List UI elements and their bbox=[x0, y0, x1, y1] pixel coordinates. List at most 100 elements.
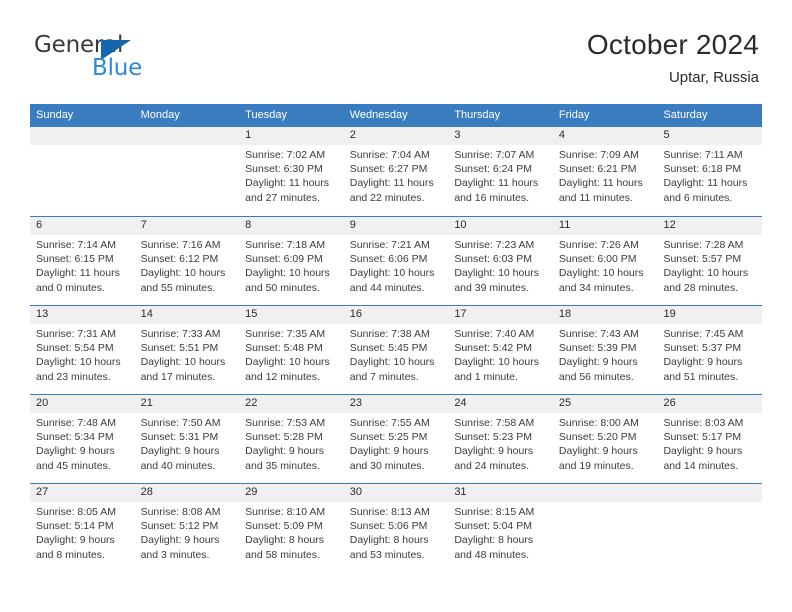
sunset-text: Sunset: 5:31 PM bbox=[140, 431, 219, 444]
weekday-header-row: Sunday Monday Tuesday Wednesday Thursday… bbox=[30, 104, 762, 127]
day-sun-info: Sunrise: 7:50 AM Sunset: 5:31 PM Daylight:… bbox=[135, 413, 240, 473]
weekday-header-thursday: Thursday bbox=[454, 109, 501, 121]
day-sun-info: Sunrise: 7:55 AM Sunset: 5:25 PM Daylight:… bbox=[344, 413, 449, 473]
day-number: 22 bbox=[239, 395, 344, 413]
calendar-day-cell[interactable]: 12 Sunrise: 7:28 AM Sunset: 5:57 PM Dayligh… bbox=[657, 217, 763, 305]
daylight-text: Daylight: 9 hours and 24 minutes. bbox=[454, 445, 534, 472]
day-number: 14 bbox=[134, 306, 240, 324]
calendar-day-cell[interactable]: 5 Sunrise: 7:11 AM Sunset: 6:18 PM Daylight… bbox=[657, 127, 763, 216]
calendar-grid: Sunday Monday Tuesday Wednesday Thursday… bbox=[30, 104, 763, 572]
calendar-weeks: 1 Sunrise: 7:02 AM Sunset: 6:30 PM Daylight… bbox=[30, 127, 763, 572]
calendar-day-cell[interactable]: 30 Sunrise: 8:13 AM Sunset: 5:06 PM Dayligh… bbox=[343, 484, 449, 572]
daylight-text: Daylight: 8 hours and 58 minutes. bbox=[245, 534, 324, 561]
sunrise-text: Sunrise: 7:53 AM bbox=[245, 417, 326, 429]
day-sun-info: Sunrise: 7:48 AM Sunset: 5:34 PM Daylight:… bbox=[30, 413, 135, 473]
logo-text-blue: Blue bbox=[92, 55, 143, 81]
sunset-text: Sunset: 5:14 PM bbox=[36, 520, 114, 533]
day-sun-info: Sunrise: 7:02 AM Sunset: 6:30 PM Daylight:… bbox=[239, 145, 344, 205]
sunrise-text: Sunrise: 7:33 AM bbox=[140, 328, 221, 340]
sunrise-text: Sunrise: 8:13 AM bbox=[349, 506, 430, 518]
calendar-day-cell[interactable]: 31 Sunrise: 8:15 AM Sunset: 5:04 PM Dayligh… bbox=[448, 484, 553, 572]
daylight-text: Daylight: 9 hours and 45 minutes. bbox=[36, 445, 115, 472]
calendar-day-cell[interactable]: 23 Sunrise: 7:55 AM Sunset: 5:25 PM Dayligh… bbox=[343, 395, 449, 483]
calendar-day-cell[interactable]: 22 Sunrise: 7:53 AM Sunset: 5:28 PM Dayligh… bbox=[239, 395, 344, 483]
calendar-day-cell[interactable]: 21 Sunrise: 7:50 AM Sunset: 5:31 PM Dayligh… bbox=[134, 395, 240, 483]
calendar-day-cell[interactable]: 29 Sunrise: 8:10 AM Sunset: 5:09 PM Dayligh… bbox=[239, 484, 344, 572]
calendar-day-cell[interactable]: 19 Sunrise: 7:45 AM Sunset: 5:37 PM Dayligh… bbox=[657, 306, 763, 394]
calendar-day-cell[interactable]: 18 Sunrise: 7:43 AM Sunset: 5:39 PM Dayligh… bbox=[552, 306, 658, 394]
sunrise-text: Sunrise: 7:23 AM bbox=[454, 239, 535, 251]
day-number: 15 bbox=[239, 306, 344, 324]
calendar-day-cell[interactable]: 25 Sunrise: 8:00 AM Sunset: 5:20 PM Dayligh… bbox=[552, 395, 658, 483]
title-block: October 2024 Uptar, Russia bbox=[587, 28, 759, 88]
day-sun-info: Sunrise: 7:31 AM Sunset: 5:54 PM Daylight:… bbox=[30, 324, 135, 384]
page-title: October 2024 bbox=[586, 29, 759, 60]
general-blue-logo: General Blue bbox=[34, 32, 264, 84]
day-number: 6 bbox=[30, 217, 135, 235]
day-number: 4 bbox=[552, 127, 658, 145]
day-sun-info: Sunrise: 7:28 AM Sunset: 5:57 PM Daylight:… bbox=[657, 235, 762, 295]
daylight-text: Daylight: 10 hours and 1 minute. bbox=[454, 356, 539, 383]
calendar-week-row: 27 Sunrise: 8:05 AM Sunset: 5:14 PM Dayligh… bbox=[30, 483, 763, 572]
calendar-day-cell[interactable]: 2 Sunrise: 7:04 AM Sunset: 6:27 PM Daylight… bbox=[343, 127, 449, 216]
day-sun-info: Sunrise: 7:38 AM Sunset: 5:45 PM Daylight:… bbox=[344, 324, 449, 384]
sunset-text: Sunset: 5:57 PM bbox=[663, 253, 742, 266]
calendar-day-cell[interactable]: 17 Sunrise: 7:40 AM Sunset: 5:42 PM Dayligh… bbox=[448, 306, 553, 394]
daylight-text: Daylight: 8 hours and 53 minutes. bbox=[349, 534, 429, 561]
day-number: 8 bbox=[239, 217, 344, 235]
calendar-day-cell[interactable]: 10 Sunrise: 7:23 AM Sunset: 6:03 PM Dayligh… bbox=[448, 217, 553, 305]
sunset-text: Sunset: 5:17 PM bbox=[663, 431, 742, 444]
calendar-day-cell[interactable]: 3 Sunrise: 7:07 AM Sunset: 6:24 PM Daylight… bbox=[448, 127, 553, 216]
calendar-day-cell[interactable]: 11 Sunrise: 7:26 AM Sunset: 6:00 PM Dayligh… bbox=[552, 217, 658, 305]
daylight-text: Daylight: 11 hours and 16 minutes. bbox=[454, 177, 539, 204]
sunset-text: Sunset: 6:00 PM bbox=[558, 253, 637, 266]
day-sun-info: Sunrise: 7:11 AM Sunset: 6:18 PM Daylight:… bbox=[657, 145, 762, 205]
calendar-day-cell[interactable]: 4 Sunrise: 7:09 AM Sunset: 6:21 PM Daylight… bbox=[552, 127, 658, 216]
daylight-text: Daylight: 10 hours and 7 minutes. bbox=[349, 356, 435, 383]
sunset-text: Sunset: 5:51 PM bbox=[140, 342, 219, 355]
sunset-text: Sunset: 6:15 PM bbox=[36, 253, 114, 266]
day-sun-info: Sunrise: 7:16 AM Sunset: 6:12 PM Daylight:… bbox=[135, 235, 240, 295]
sunrise-text: Sunrise: 7:40 AM bbox=[454, 328, 535, 340]
calendar-week-row: 20 Sunrise: 7:48 AM Sunset: 5:34 PM Dayligh… bbox=[30, 394, 763, 483]
calendar-day-cell[interactable]: 14 Sunrise: 7:33 AM Sunset: 5:51 PM Dayligh… bbox=[134, 306, 240, 394]
sunrise-text: Sunrise: 8:08 AM bbox=[140, 506, 221, 518]
daylight-text: Daylight: 10 hours and 44 minutes. bbox=[349, 267, 435, 294]
sunrise-text: Sunrise: 8:03 AM bbox=[663, 417, 744, 429]
calendar-day-cell[interactable]: 20 Sunrise: 7:48 AM Sunset: 5:34 PM Dayligh… bbox=[30, 395, 135, 483]
calendar-day-cell[interactable]: 7 Sunrise: 7:16 AM Sunset: 6:12 PM Daylight… bbox=[134, 217, 240, 305]
sunrise-text: Sunrise: 7:58 AM bbox=[454, 417, 535, 429]
calendar-day-cell[interactable]: 16 Sunrise: 7:38 AM Sunset: 5:45 PM Dayligh… bbox=[343, 306, 449, 394]
day-number: 2 bbox=[343, 127, 449, 145]
daylight-text: Daylight: 10 hours and 17 minutes. bbox=[140, 356, 226, 383]
day-sun-info: Sunrise: 7:53 AM Sunset: 5:28 PM Daylight:… bbox=[239, 413, 344, 473]
day-sun-info: Sunrise: 7:45 AM Sunset: 5:37 PM Daylight:… bbox=[657, 324, 762, 384]
sunset-text: Sunset: 6:06 PM bbox=[349, 253, 428, 266]
day-sun-info: Sunrise: 7:07 AM Sunset: 6:24 PM Daylight:… bbox=[448, 145, 553, 205]
day-number bbox=[134, 127, 240, 145]
daylight-text: Daylight: 11 hours and 22 minutes. bbox=[349, 177, 434, 204]
weekday-header-wednesday: Wednesday bbox=[349, 109, 408, 121]
calendar-day-cell[interactable]: 26 Sunrise: 8:03 AM Sunset: 5:17 PM Dayligh… bbox=[657, 395, 763, 483]
day-number: 11 bbox=[552, 217, 658, 235]
calendar-day-cell[interactable]: 1 Sunrise: 7:02 AM Sunset: 6:30 PM Daylight… bbox=[239, 127, 344, 216]
sunrise-text: Sunrise: 7:26 AM bbox=[558, 239, 639, 251]
calendar-day-cell[interactable]: 27 Sunrise: 8:05 AM Sunset: 5:14 PM Dayligh… bbox=[30, 484, 135, 572]
calendar-day-cell[interactable]: 13 Sunrise: 7:31 AM Sunset: 5:54 PM Dayligh… bbox=[30, 306, 135, 394]
calendar-day-cell-empty bbox=[30, 127, 135, 216]
calendar-day-cell[interactable]: 8 Sunrise: 7:18 AM Sunset: 6:09 PM Daylight… bbox=[239, 217, 344, 305]
daylight-text: Daylight: 10 hours and 55 minutes. bbox=[140, 267, 226, 294]
calendar-day-cell[interactable]: 28 Sunrise: 8:08 AM Sunset: 5:12 PM Dayligh… bbox=[134, 484, 240, 572]
daylight-text: Daylight: 9 hours and 51 minutes. bbox=[663, 356, 743, 383]
calendar-day-cell[interactable]: 6 Sunrise: 7:14 AM Sunset: 6:15 PM Daylight… bbox=[30, 217, 135, 305]
sunset-text: Sunset: 6:12 PM bbox=[140, 253, 219, 266]
calendar-day-cell[interactable]: 24 Sunrise: 7:58 AM Sunset: 5:23 PM Dayligh… bbox=[448, 395, 553, 483]
day-number: 18 bbox=[552, 306, 658, 324]
day-number: 9 bbox=[343, 217, 449, 235]
calendar-week-row: 1 Sunrise: 7:02 AM Sunset: 6:30 PM Daylight… bbox=[30, 127, 763, 216]
sunrise-text: Sunrise: 7:50 AM bbox=[140, 417, 221, 429]
calendar-day-cell[interactable]: 15 Sunrise: 7:35 AM Sunset: 5:48 PM Dayligh… bbox=[239, 306, 344, 394]
daylight-text: Daylight: 10 hours and 28 minutes. bbox=[663, 267, 749, 294]
day-number bbox=[552, 484, 658, 502]
calendar-day-cell[interactable]: 9 Sunrise: 7:21 AM Sunset: 6:06 PM Daylight… bbox=[343, 217, 449, 305]
